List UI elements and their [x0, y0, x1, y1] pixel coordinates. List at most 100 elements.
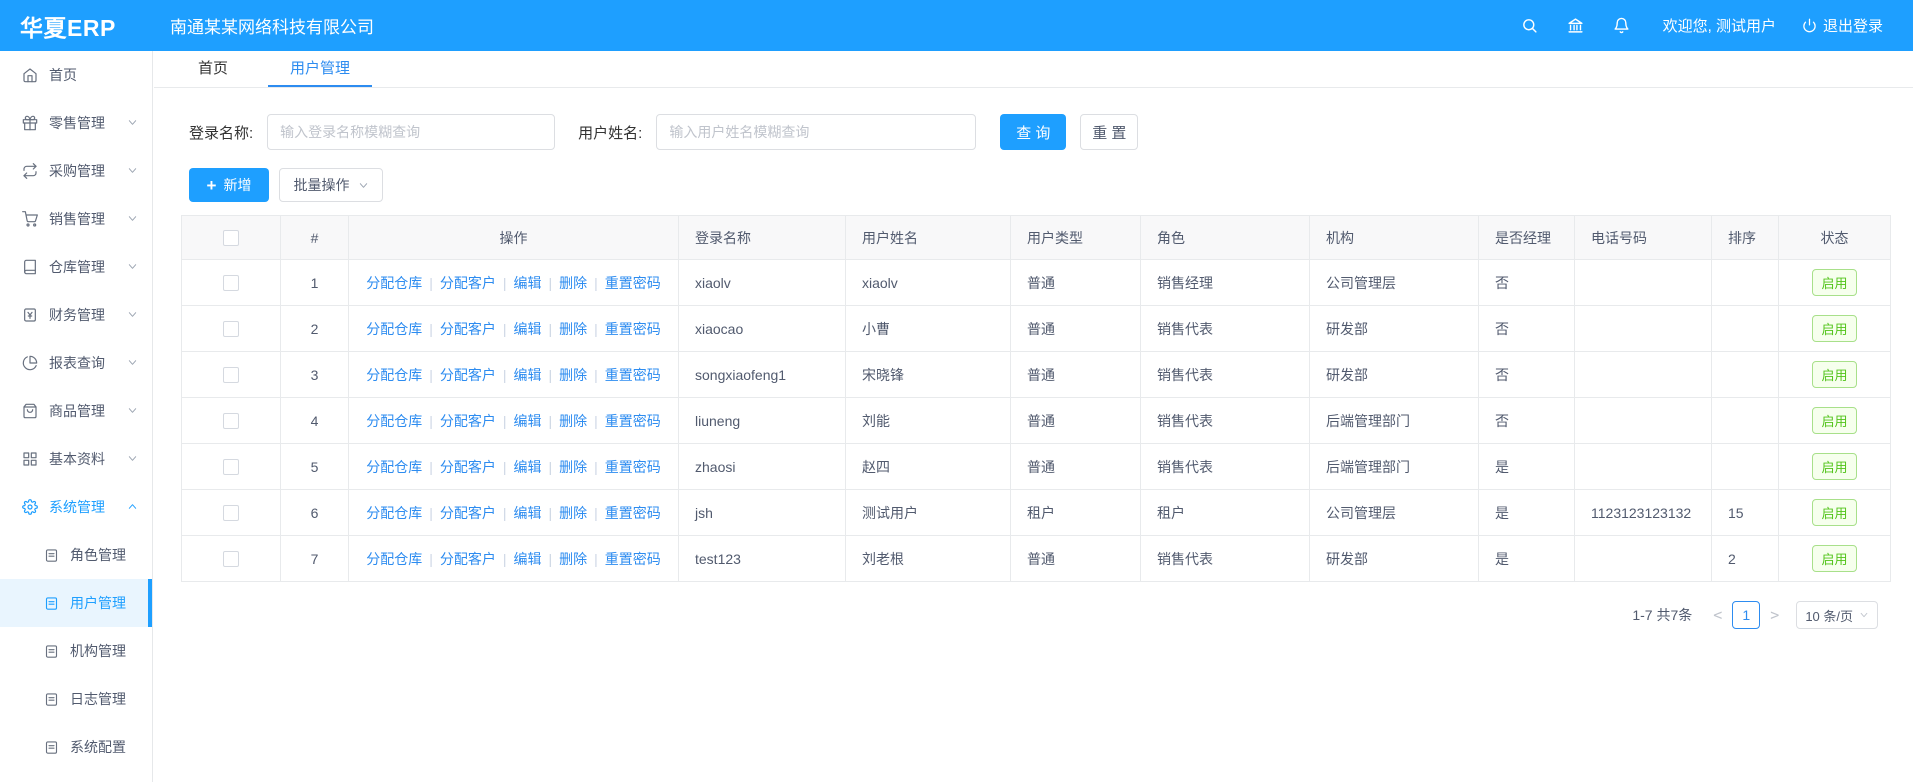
- query-button[interactable]: 查 询: [1000, 114, 1066, 150]
- sidebar-item-warehouse[interactable]: 仓库管理: [0, 243, 152, 291]
- row-action-reset-password[interactable]: 重置密码: [605, 551, 661, 567]
- tab-home[interactable]: 首页: [168, 51, 258, 87]
- row-action-assign-customer[interactable]: 分配客户: [440, 551, 496, 567]
- row-action-edit[interactable]: 编辑: [514, 505, 542, 521]
- action-separator: |: [503, 413, 507, 429]
- row-checkbox[interactable]: [223, 505, 239, 521]
- next-page-icon[interactable]: >: [1763, 606, 1786, 624]
- row-action-assign-warehouse[interactable]: 分配仓库: [366, 275, 422, 291]
- row-action-assign-warehouse[interactable]: 分配仓库: [366, 459, 422, 475]
- row-action-assign-customer[interactable]: 分配客户: [440, 413, 496, 429]
- row-checkbox[interactable]: [223, 459, 239, 475]
- chevron-down-icon: [127, 403, 138, 419]
- sidebar-item-basic-data[interactable]: 基本资料: [0, 435, 152, 483]
- status-badge: 启用: [1812, 453, 1856, 480]
- cart-icon: [22, 211, 38, 227]
- sidebar-item-home[interactable]: 首页: [0, 51, 152, 99]
- login-name-input[interactable]: [267, 114, 555, 150]
- row-action-assign-warehouse[interactable]: 分配仓库: [366, 367, 422, 383]
- cell-role: 销售代表: [1141, 352, 1310, 398]
- row-action-reset-password[interactable]: 重置密码: [605, 367, 661, 383]
- row-action-assign-warehouse[interactable]: 分配仓库: [366, 551, 422, 567]
- power-icon: [1802, 18, 1817, 33]
- bank-icon[interactable]: [1553, 0, 1599, 51]
- row-checkbox[interactable]: [223, 275, 239, 291]
- batch-actions-button[interactable]: 批量操作: [279, 168, 383, 202]
- row-action-edit[interactable]: 编辑: [514, 367, 542, 383]
- row-action-reset-password[interactable]: 重置密码: [605, 413, 661, 429]
- sidebar-item-goods[interactable]: 商品管理: [0, 387, 152, 435]
- sidebar-item-org-mgmt[interactable]: 机构管理: [0, 627, 152, 675]
- bell-icon[interactable]: [1599, 0, 1645, 51]
- col-index: #: [281, 216, 349, 260]
- row-action-assign-customer[interactable]: 分配客户: [440, 321, 496, 337]
- sidebar-item-user-mgmt[interactable]: 用户管理: [0, 579, 152, 627]
- row-action-delete[interactable]: 删除: [559, 413, 587, 429]
- row-action-assign-customer[interactable]: 分配客户: [440, 275, 496, 291]
- cell-org: 后端管理部门: [1310, 398, 1479, 444]
- row-action-assign-warehouse[interactable]: 分配仓库: [366, 413, 422, 429]
- row-action-edit[interactable]: 编辑: [514, 551, 542, 567]
- col-org: 机构: [1310, 216, 1479, 260]
- logout-button[interactable]: 退出登录: [1802, 15, 1883, 36]
- sidebar-item-retail[interactable]: 零售管理: [0, 99, 152, 147]
- tab-user-mgmt[interactable]: 用户管理: [268, 51, 372, 87]
- toolbar: + 新增 批量操作: [189, 168, 1913, 202]
- row-action-reset-password[interactable]: 重置密码: [605, 321, 661, 337]
- prev-page-icon[interactable]: <: [1706, 606, 1729, 624]
- add-button[interactable]: + 新增: [189, 168, 269, 202]
- cell-role: 销售代表: [1141, 398, 1310, 444]
- row-action-assign-customer[interactable]: 分配客户: [440, 459, 496, 475]
- row-action-delete[interactable]: 删除: [559, 321, 587, 337]
- login-name-label: 登录名称:: [189, 122, 253, 143]
- status-badge: 启用: [1812, 269, 1856, 296]
- doc-icon: [44, 644, 59, 659]
- sidebar-item-system-config[interactable]: 系统配置: [0, 723, 152, 771]
- chevron-down-icon: [127, 211, 138, 227]
- sidebar-item-log-mgmt[interactable]: 日志管理: [0, 675, 152, 723]
- cell-org: 公司管理层: [1310, 490, 1479, 536]
- reset-button[interactable]: 重 置: [1080, 114, 1138, 150]
- row-action-assign-warehouse[interactable]: 分配仓库: [366, 505, 422, 521]
- cell-actions: 分配仓库|分配客户|编辑|删除|重置密码: [349, 490, 679, 536]
- page-number[interactable]: 1: [1732, 601, 1760, 629]
- row-action-reset-password[interactable]: 重置密码: [605, 505, 661, 521]
- row-action-reset-password[interactable]: 重置密码: [605, 275, 661, 291]
- row-action-assign-customer[interactable]: 分配客户: [440, 505, 496, 521]
- col-user-name: 用户姓名: [846, 216, 1011, 260]
- row-action-edit[interactable]: 编辑: [514, 459, 542, 475]
- table-row: 1分配仓库|分配客户|编辑|删除|重置密码xiaolvxiaolv普通销售经理公…: [182, 260, 1891, 306]
- col-role: 角色: [1141, 216, 1310, 260]
- sidebar-item-purchase[interactable]: 采购管理: [0, 147, 152, 195]
- cell-is-manager: 否: [1479, 306, 1575, 352]
- row-action-edit[interactable]: 编辑: [514, 413, 542, 429]
- sidebar-item-finance[interactable]: 财务管理: [0, 291, 152, 339]
- col-actions: 操作: [349, 216, 679, 260]
- row-action-reset-password[interactable]: 重置密码: [605, 459, 661, 475]
- page-size-select[interactable]: 10 条/页: [1796, 601, 1878, 629]
- cell-sort: 15: [1712, 490, 1779, 536]
- sidebar-item-system[interactable]: 系统管理: [0, 483, 152, 531]
- row-action-delete[interactable]: 删除: [559, 367, 587, 383]
- row-checkbox[interactable]: [223, 413, 239, 429]
- row-action-delete[interactable]: 删除: [559, 551, 587, 567]
- row-checkbox[interactable]: [223, 551, 239, 567]
- row-action-edit[interactable]: 编辑: [514, 275, 542, 291]
- row-action-assign-warehouse[interactable]: 分配仓库: [366, 321, 422, 337]
- row-action-delete[interactable]: 删除: [559, 459, 587, 475]
- select-all-checkbox[interactable]: [223, 230, 239, 246]
- sidebar-item-role-mgmt[interactable]: 角色管理: [0, 531, 152, 579]
- cell-is-manager: 是: [1479, 444, 1575, 490]
- row-action-delete[interactable]: 删除: [559, 275, 587, 291]
- search-icon[interactable]: [1507, 0, 1553, 51]
- cell-org: 公司管理层: [1310, 260, 1479, 306]
- user-name-input[interactable]: [656, 114, 976, 150]
- row-action-edit[interactable]: 编辑: [514, 321, 542, 337]
- row-action-assign-customer[interactable]: 分配客户: [440, 367, 496, 383]
- row-action-delete[interactable]: 删除: [559, 505, 587, 521]
- sidebar-item-reports[interactable]: 报表查询: [0, 339, 152, 387]
- row-checkbox[interactable]: [223, 367, 239, 383]
- sidebar-item-sales[interactable]: 销售管理: [0, 195, 152, 243]
- cell-user-name: 赵四: [846, 444, 1011, 490]
- row-checkbox[interactable]: [223, 321, 239, 337]
